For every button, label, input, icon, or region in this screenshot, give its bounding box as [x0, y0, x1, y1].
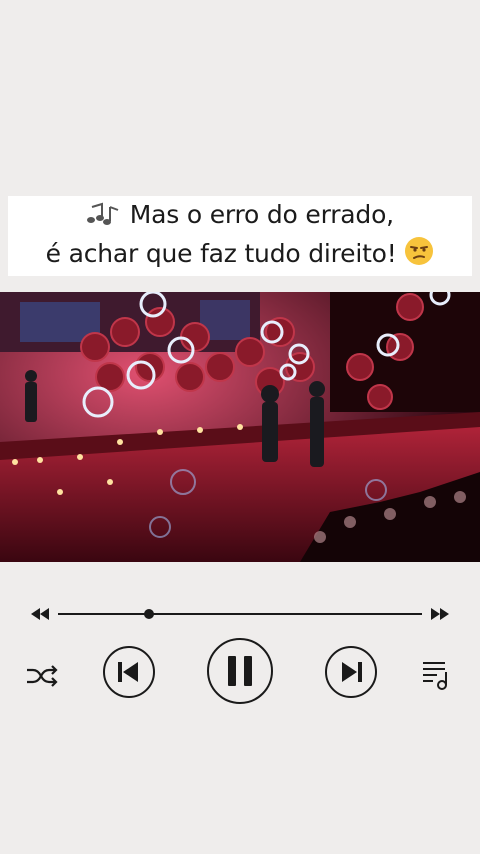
lyrics-line-1-text: Mas o erro do errado,: [129, 200, 394, 229]
shuffle-icon: [27, 665, 58, 687]
lyrics-line-2: é achar que faz tudo direito!: [46, 236, 435, 275]
pause-button[interactable]: [207, 638, 273, 704]
skip-next-icon: [342, 662, 362, 682]
musical-notes-icon: [86, 201, 122, 236]
skip-previous-icon: [118, 662, 138, 682]
fast-forward-icon[interactable]: [431, 608, 449, 620]
progress-area: [30, 604, 450, 624]
concert-stage-image: [0, 292, 480, 562]
previous-button[interactable]: [103, 646, 155, 698]
lyrics-line-2-text: é achar que faz tudo direito!: [45, 239, 397, 268]
lyrics-line-1: Mas o erro do errado,: [86, 197, 394, 236]
shuffle-button[interactable]: [24, 660, 60, 692]
playlist-music-icon: [423, 662, 447, 690]
lyrics-caption: Mas o erro do errado, é achar que faz tu…: [8, 196, 472, 276]
pause-icon: [228, 656, 252, 686]
concert-video[interactable]: [0, 292, 480, 562]
progress-knob[interactable]: [144, 609, 154, 619]
unamused-face-icon: [404, 236, 434, 275]
rewind-icon[interactable]: [31, 608, 49, 620]
playlist-button[interactable]: [418, 656, 454, 692]
next-button[interactable]: [325, 646, 377, 698]
progress-svg: [31, 608, 449, 620]
